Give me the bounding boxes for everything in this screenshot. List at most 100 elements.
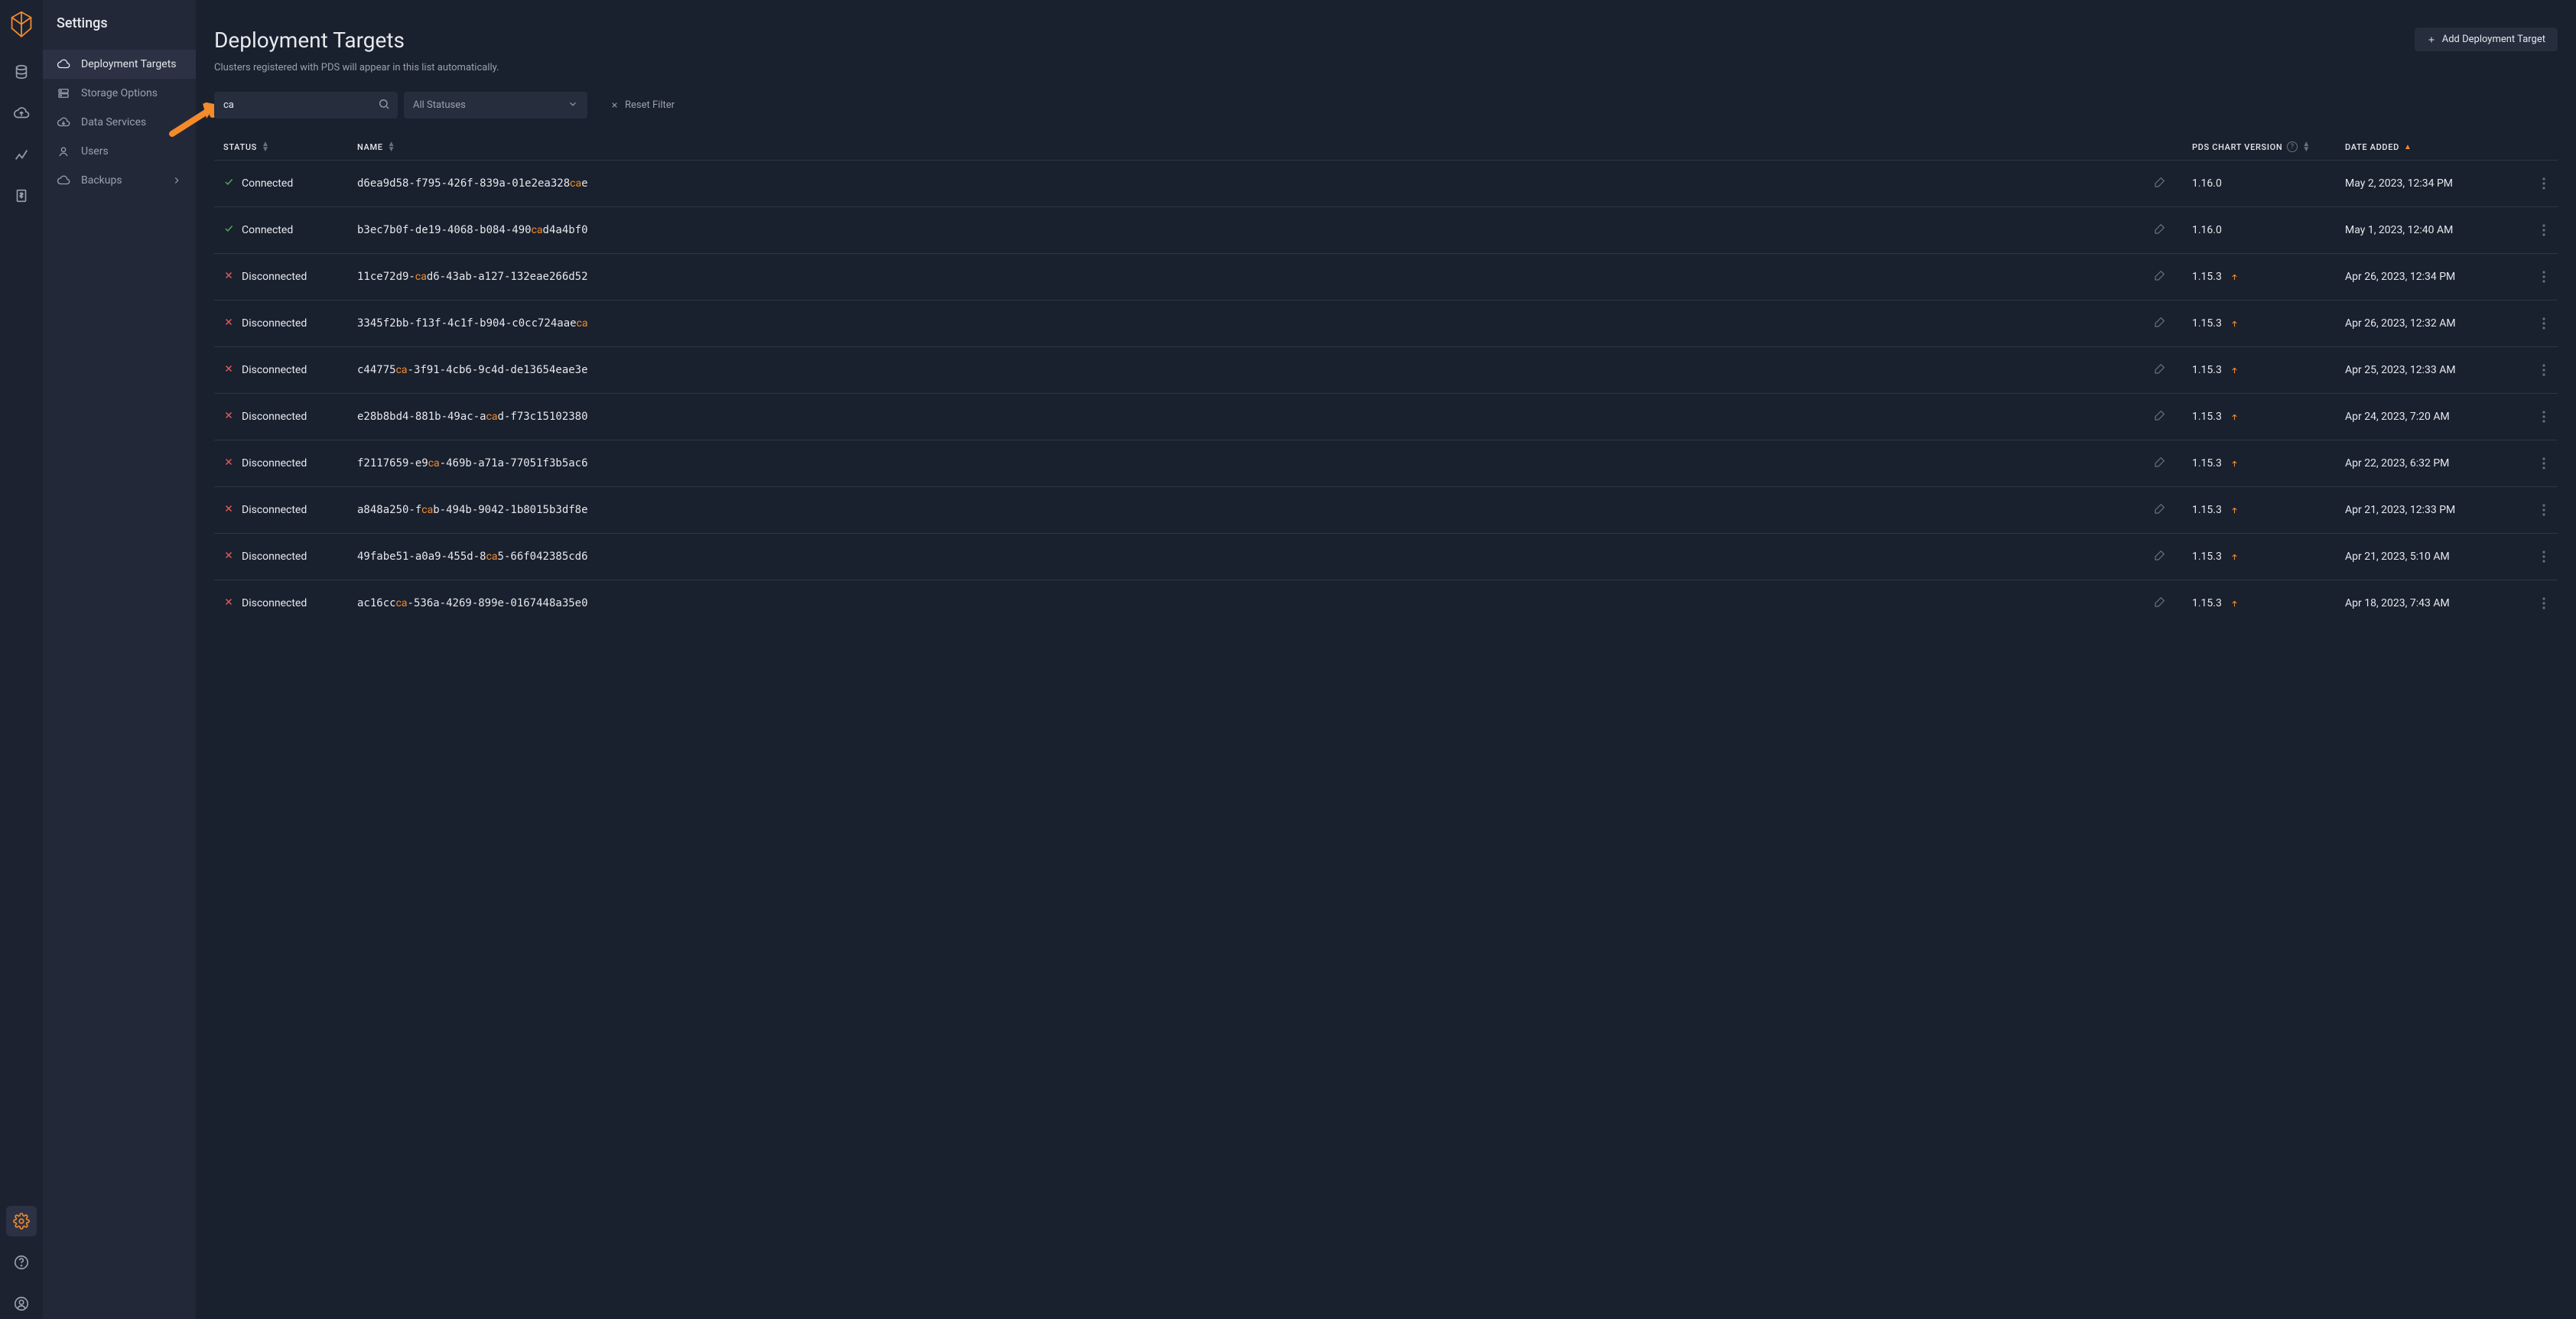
row-actions-menu[interactable]	[2539, 174, 2548, 193]
status-text: Disconnected	[242, 551, 307, 563]
edit-name-button[interactable]	[2154, 269, 2166, 281]
storage-icon	[57, 86, 70, 100]
x-icon	[223, 550, 234, 564]
chart-version: 1.15.3	[2192, 551, 2222, 563]
nav-user-icon[interactable]	[6, 1288, 37, 1319]
upgrade-available-icon[interactable]	[2230, 459, 2239, 469]
date-added: Apr 26, 2023, 12:34 PM	[2345, 271, 2455, 283]
target-name: ac16ccca-536a-4269-899e-0167448a35e0	[357, 597, 588, 609]
row-actions-menu[interactable]	[2539, 314, 2548, 333]
sort-icon: ▲▼	[262, 141, 270, 152]
edit-name-button[interactable]	[2154, 176, 2166, 188]
edit-name-button[interactable]	[2154, 223, 2166, 235]
row-actions-menu[interactable]	[2539, 547, 2548, 566]
table-row[interactable]: Connectedb3ec7b0f-de19-4068-b084-490cad4…	[214, 207, 2558, 254]
edit-name-button[interactable]	[2154, 456, 2166, 468]
sidebar-item-label: Deployment Targets	[81, 58, 177, 70]
date-added: May 1, 2023, 12:40 AM	[2345, 224, 2453, 236]
table-row[interactable]: Connectedd6ea9d58-f795-426f-839a-01e2ea3…	[214, 161, 2558, 207]
col-header-date[interactable]: Date Added▲	[2336, 134, 2519, 161]
edit-name-button[interactable]	[2154, 362, 2166, 375]
check-icon	[223, 177, 234, 190]
x-icon	[223, 596, 234, 610]
status-filter-select[interactable]: All Statuses	[404, 92, 587, 119]
table-row[interactable]: Disconnectedac16ccca-536a-4269-899e-0167…	[214, 580, 2558, 627]
upgrade-available-icon[interactable]	[2230, 319, 2239, 329]
row-actions-menu[interactable]	[2539, 268, 2548, 286]
upgrade-available-icon[interactable]	[2230, 272, 2239, 282]
sidebar-title: Settings	[43, 0, 196, 50]
edit-name-button[interactable]	[2154, 316, 2166, 328]
nav-cloud-upload-icon[interactable]	[6, 98, 37, 128]
table-row[interactable]: Disconnected49fabe51-a0a9-455d-8ca5-66f0…	[214, 534, 2558, 580]
upgrade-available-icon[interactable]	[2230, 412, 2239, 422]
chevron-down-icon	[568, 99, 578, 112]
icon-rail	[0, 0, 43, 1319]
sidebar-item-label: Backups	[81, 174, 122, 187]
status-text: Disconnected	[242, 504, 307, 516]
table-row[interactable]: Disconnectedc44775ca-3f91-4cb6-9c4d-de13…	[214, 347, 2558, 394]
backup-icon	[57, 174, 70, 187]
row-actions-menu[interactable]	[2539, 594, 2548, 612]
target-name: a848a250-fcab-494b-9042-1b8015b3df8e	[357, 504, 588, 516]
search-input[interactable]	[214, 92, 398, 119]
upgrade-available-icon[interactable]	[2230, 505, 2239, 515]
row-actions-menu[interactable]	[2539, 408, 2548, 426]
plus-icon	[2427, 35, 2436, 44]
nav-billing-icon[interactable]	[6, 180, 37, 211]
chart-version: 1.15.3	[2192, 271, 2222, 283]
chart-version: 1.16.0	[2192, 224, 2222, 236]
chart-version: 1.15.3	[2192, 364, 2222, 376]
row-actions-menu[interactable]	[2539, 221, 2548, 239]
table-row[interactable]: Disconnectede28b8bd4-881b-49ac-acad-f73c…	[214, 394, 2558, 440]
nav-settings-icon[interactable]	[6, 1206, 37, 1236]
main-content: Deployment Targets Add Deployment Target…	[196, 0, 2576, 1319]
sidebar-item-users[interactable]: Users	[43, 137, 196, 166]
sidebar-item-backups[interactable]: Backups	[43, 166, 196, 195]
x-icon	[223, 410, 234, 424]
col-header-name[interactable]: Name▲▼	[348, 134, 2183, 161]
upgrade-available-icon[interactable]	[2230, 365, 2239, 375]
app-logo[interactable]	[9, 11, 34, 38]
status-text: Disconnected	[242, 317, 307, 330]
sidebar-item-storage-options[interactable]: Storage Options	[43, 79, 196, 108]
help-icon[interactable]: ?	[2287, 141, 2298, 152]
cloud-icon	[57, 57, 70, 71]
edit-name-button[interactable]	[2154, 409, 2166, 421]
row-actions-menu[interactable]	[2539, 361, 2548, 379]
col-header-version[interactable]: PDS Chart Version?▲▼	[2183, 134, 2336, 161]
status-text: Connected	[242, 177, 293, 190]
upgrade-available-icon[interactable]	[2230, 552, 2239, 562]
x-icon	[223, 503, 234, 517]
deployment-targets-table: Status▲▼ Name▲▼ PDS Chart Version?▲▼ Dat…	[214, 134, 2558, 626]
col-header-status[interactable]: Status▲▼	[214, 134, 348, 161]
chart-version: 1.15.3	[2192, 317, 2222, 330]
page-subtitle: Clusters registered with PDS will appear…	[214, 62, 2558, 73]
sidebar-item-data-services[interactable]: Data Services	[43, 108, 196, 137]
upgrade-available-icon[interactable]	[2230, 599, 2239, 609]
add-deployment-target-button[interactable]: Add Deployment Target	[2415, 28, 2558, 51]
nav-databases-icon[interactable]	[6, 57, 37, 87]
nav-help-icon[interactable]	[6, 1247, 37, 1278]
table-row[interactable]: Disconnectedf2117659-e9ca-469b-a71a-7705…	[214, 440, 2558, 487]
date-added: Apr 25, 2023, 12:33 AM	[2345, 364, 2456, 376]
edit-name-button[interactable]	[2154, 596, 2166, 608]
row-actions-menu[interactable]	[2539, 501, 2548, 519]
edit-name-button[interactable]	[2154, 502, 2166, 515]
row-actions-menu[interactable]	[2539, 454, 2548, 473]
edit-name-button[interactable]	[2154, 549, 2166, 561]
table-row[interactable]: Disconnected a848a250-fcab-494b-9042-1b80…	[214, 487, 2558, 534]
search-icon	[378, 98, 390, 113]
sidebar-item-deployment-targets[interactable]: Deployment Targets	[43, 50, 196, 79]
date-added: May 2, 2023, 12:34 PM	[2345, 177, 2453, 190]
target-name: 11ce72d9-cad6-43ab-a127-132eae266d52	[357, 271, 588, 283]
nav-analytics-icon[interactable]	[6, 139, 37, 170]
reset-filter-label: Reset Filter	[625, 99, 675, 111]
table-row[interactable]: Disconnected11ce72d9-cad6-43ab-a127-132e…	[214, 254, 2558, 301]
user-small-icon	[57, 145, 70, 158]
check-icon	[223, 223, 234, 237]
status-filter-value: All Statuses	[413, 99, 466, 111]
target-name: 3345f2bb-f13f-4c1f-b904-c0cc724aaeca	[357, 317, 588, 330]
table-row[interactable]: Disconnected 3345f2bb-f13f-4c1f-b904-c0cc…	[214, 301, 2558, 347]
reset-filter-button[interactable]: Reset Filter	[601, 93, 684, 117]
